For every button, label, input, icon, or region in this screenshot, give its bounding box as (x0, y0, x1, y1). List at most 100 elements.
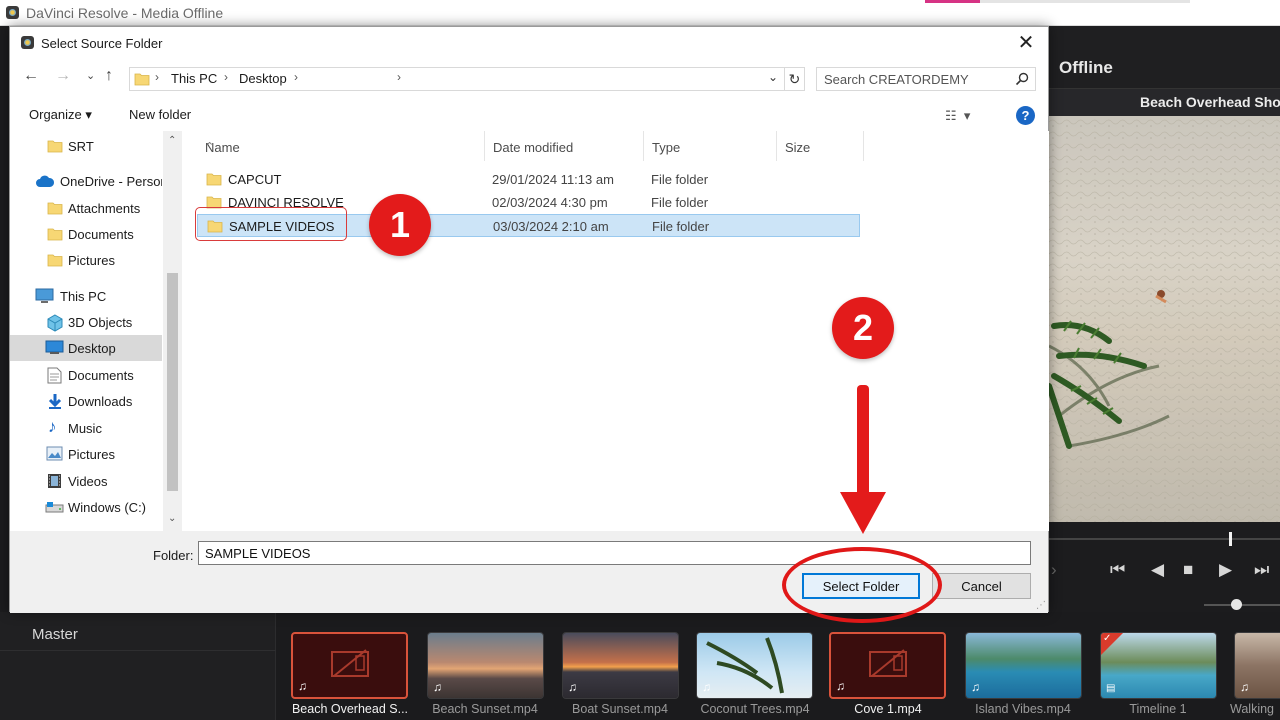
highlight-sample-videos (195, 207, 347, 241)
drive-icon (45, 502, 64, 513)
dialog-titlebar[interactable]: Select Source Folder ✕ (10, 27, 1048, 59)
breadcrumb-separator-icon: › (224, 70, 228, 84)
clip-thumbnail[interactable]: ♫ (562, 632, 679, 699)
new-folder-button[interactable]: New folder (129, 107, 191, 122)
stop-icon[interactable]: ■ (1183, 560, 1193, 580)
dialog-title: Select Source Folder (41, 36, 163, 51)
scroll-up-icon[interactable]: ⌃ (168, 135, 176, 146)
clip-thumbnail[interactable]: ♫ (696, 632, 813, 699)
taskbar-strip (925, 0, 980, 3)
clip-thumbnail[interactable]: ♫ (291, 632, 408, 699)
nav-item-documents-onedrive[interactable]: Documents (10, 221, 162, 247)
nav-item-label: Downloads (68, 394, 133, 409)
nav-item-label: 3D Objects (68, 315, 133, 330)
nav-item-desktop[interactable]: Desktop (10, 335, 162, 361)
column-header-size[interactable]: Size (777, 131, 864, 161)
column-header-type[interactable]: Type (644, 131, 777, 161)
nav-item-windows-c[interactable]: Windows (C:) (10, 494, 162, 520)
music-icon: ♪ (48, 417, 57, 436)
search-box[interactable] (816, 67, 1036, 91)
address-bar[interactable]: › This PC › Desktop › › ⌄ ↻ (129, 67, 805, 91)
breadcrumb-desktop[interactable]: Desktop (239, 71, 287, 86)
nav-item-onedrive[interactable]: OneDrive - Person (10, 168, 162, 194)
audio-note-icon: ♫ (702, 680, 711, 694)
breadcrumb-this-pc[interactable]: This PC (171, 71, 217, 86)
file-name: CAPCUT (228, 172, 282, 187)
nav-item-this-pc[interactable]: This PC (10, 283, 162, 309)
play-icon[interactable]: ▶ (1219, 560, 1232, 580)
audio-note-icon: ♫ (836, 679, 845, 693)
clip-label: Beach Overhead S... (291, 702, 409, 716)
volume-slider-track[interactable] (1204, 604, 1280, 606)
bin-divider (0, 650, 276, 651)
nav-item-pictures-onedrive[interactable]: Pictures (10, 247, 162, 273)
nav-item-label: Attachments (68, 201, 141, 216)
jump-start-icon[interactable]: ⏮ (1110, 560, 1125, 580)
viewer-clip-bar: Beach Overhead Sho (1049, 88, 1280, 116)
scrubber-track[interactable] (1049, 538, 1280, 540)
viewer-clip-name: Beach Overhead Sho (1140, 94, 1280, 110)
audio-note-icon: ♫ (433, 680, 442, 694)
close-icon[interactable]: ✕ (1004, 27, 1048, 59)
checkmark-icon: ✓ (1103, 633, 1112, 644)
palm-silhouette-icon (706, 637, 784, 694)
davinci-resolve-icon (21, 36, 34, 49)
resize-grip-icon[interactable]: ⋰ (1036, 600, 1046, 611)
nav-item-downloads[interactable]: Downloads (10, 388, 162, 414)
organize-menu[interactable]: Organize ▾ (29, 107, 92, 123)
clip-thumbnail[interactable]: ♫ (1234, 632, 1280, 699)
play-reverse-icon[interactable]: ◀ (1151, 560, 1164, 580)
bin-master[interactable]: Master (32, 626, 78, 643)
nav-item-videos[interactable]: Videos (10, 468, 162, 494)
nav-item-3d-objects[interactable]: 3D Objects (10, 309, 162, 335)
forward-arrow-icon[interactable]: → (55, 67, 71, 85)
nav-item-label: Windows (C:) (68, 500, 147, 515)
view-options-icon[interactable]: ☷ ▾ (945, 108, 970, 124)
viewer-frame[interactable] (1049, 116, 1280, 522)
clip-thumbnail[interactable]: ♫ (965, 632, 1082, 699)
scrollbar-thumb[interactable] (167, 273, 178, 491)
cube-icon (47, 314, 63, 332)
help-icon[interactable]: ? (1016, 106, 1035, 125)
clip-thumbnail[interactable]: ✓ ▤ (1100, 632, 1217, 699)
media-offline-icon (869, 649, 907, 677)
nav-item-attachments[interactable]: Attachments (10, 195, 162, 221)
desktop-icon (45, 340, 64, 354)
up-arrow-icon[interactable]: ↑ (105, 67, 113, 85)
chevron-right-icon[interactable]: › (1051, 560, 1057, 580)
picture-icon (46, 446, 63, 461)
clip-label: Boat Sunset.mp4 (572, 702, 668, 716)
volume-slider-knob[interactable] (1231, 599, 1242, 610)
highlight-select-folder (782, 547, 942, 623)
column-header-name[interactable]: Name ⌃ (197, 131, 485, 161)
nav-item-documents[interactable]: Documents (10, 362, 162, 388)
back-arrow-icon[interactable]: ← (23, 67, 39, 85)
audio-note-icon: ♫ (568, 680, 577, 694)
nav-item-srt[interactable]: SRT (10, 133, 162, 159)
clip-label: Coconut Trees.mp4 (700, 702, 810, 716)
refresh-icon[interactable]: ↻ (784, 68, 804, 90)
clip-label: Walking (1230, 702, 1274, 716)
clip-label: Beach Sunset.mp4 (432, 702, 538, 716)
column-header-date[interactable]: Date modified (485, 131, 644, 161)
nav-item-label: Documents (68, 227, 134, 242)
folder-icon (47, 202, 63, 215)
media-pool: Master ♫ Beach Overhead S... ♫ Beach Sun… (0, 612, 1280, 720)
jump-end-icon[interactable]: ⏭ (1254, 560, 1269, 580)
nav-item-pictures[interactable]: Pictures (10, 441, 162, 467)
sort-ascending-icon: ⌃ (205, 141, 215, 153)
folder-label: Folder: (153, 548, 194, 563)
scroll-down-icon[interactable]: ⌄ (168, 513, 176, 524)
breadcrumb-separator-icon: › (155, 70, 159, 84)
address-dropdown-chevron-icon[interactable]: ⌄ (768, 70, 778, 84)
clip-thumbnail[interactable]: ♫ (829, 632, 946, 699)
playhead-handle[interactable] (1229, 532, 1232, 546)
clip-thumbnail[interactable]: ♫ (427, 632, 544, 699)
navigation-scrollbar[interactable]: ⌃ ⌄ (163, 131, 182, 531)
cancel-button[interactable]: Cancel (932, 573, 1031, 599)
file-row-capcut[interactable]: CAPCUT 29/01/2024 11:13 am File folder (197, 168, 860, 191)
davinci-resolve-icon (6, 6, 19, 19)
recent-locations-chevron-icon[interactable]: ⌄ (86, 69, 95, 82)
nav-item-music[interactable]: ♪ Music (10, 415, 162, 441)
search-input[interactable] (824, 71, 1009, 87)
